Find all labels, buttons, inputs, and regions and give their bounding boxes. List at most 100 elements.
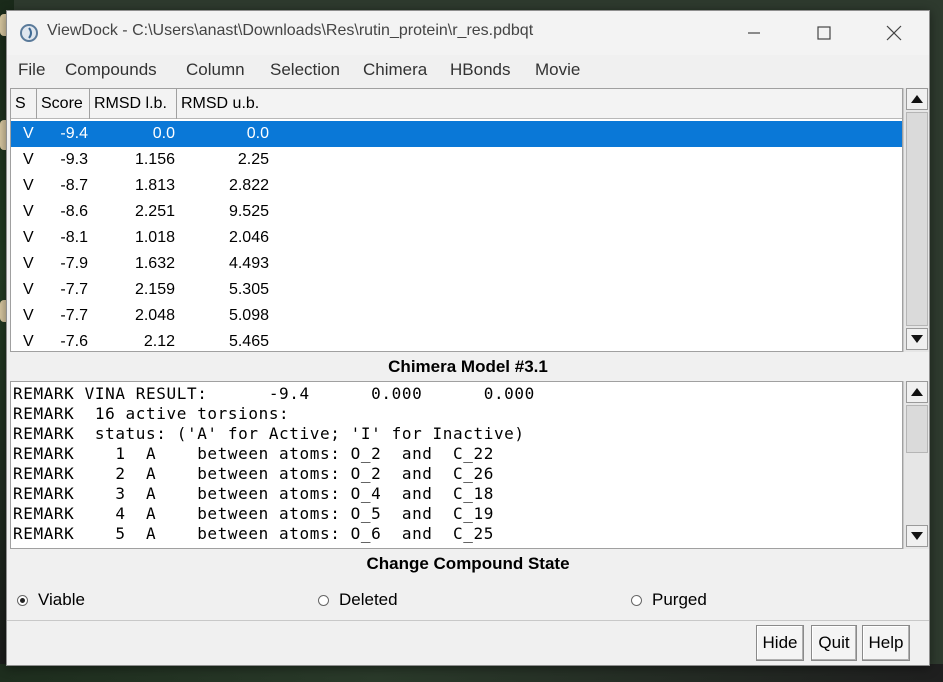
rmsd-ub-cell: 0.0 xyxy=(246,125,269,142)
minimize-button[interactable] xyxy=(719,11,789,55)
list-header: S Score RMSD l.b. RMSD u.b. xyxy=(11,89,902,119)
rmsd-lb-cell: 2.251 xyxy=(134,203,175,220)
scroll-up-button[interactable] xyxy=(906,381,928,403)
remark-line: REMARK 5 A between atoms: O_6 and C_25 xyxy=(13,524,494,543)
rmsd-ub-cell: 5.098 xyxy=(228,307,269,324)
viewdock-window: ViewDock - C:\Users\anast\Downloads\Res\… xyxy=(6,10,930,666)
scroll-thumb[interactable] xyxy=(906,405,928,453)
radio-label: Deleted xyxy=(339,590,398,609)
rmsd-ub-cell: 4.493 xyxy=(228,255,269,272)
rmsd-lb-cell: 1.632 xyxy=(134,255,175,272)
remark-line: REMARK 16 active torsions: xyxy=(13,404,290,423)
column-header-state[interactable]: S xyxy=(11,89,37,119)
menu-compounds[interactable]: Compounds xyxy=(65,60,157,80)
arrow-down-icon xyxy=(911,532,923,540)
rmsd-ub-cell: 2.25 xyxy=(237,151,269,168)
radio-purged[interactable]: Purged xyxy=(631,589,707,611)
model-label: Chimera Model #3.1 xyxy=(388,357,548,376)
list-scrollbar[interactable] xyxy=(903,88,929,352)
state-cell: V xyxy=(23,281,34,298)
text-scrollbar[interactable] xyxy=(903,381,929,549)
table-row[interactable]: V -9.3 1.156 2.25 xyxy=(11,147,902,173)
scroll-down-button[interactable] xyxy=(906,328,928,350)
table-row[interactable]: V -8.7 1.813 2.822 xyxy=(11,173,902,199)
background-strip xyxy=(0,664,943,682)
remark-line: REMARK 2 A between atoms: O_2 and C_26 xyxy=(13,464,494,483)
score-cell: -9.3 xyxy=(60,151,88,168)
table-row[interactable]: V -8.6 2.251 9.525 xyxy=(11,199,902,225)
state-cell: V xyxy=(23,151,34,168)
remark-line: REMARK 4 A between atoms: O_5 and C_19 xyxy=(13,504,494,523)
compound-list[interactable]: S Score RMSD l.b. RMSD u.b. V -9.4 0.0 0… xyxy=(10,88,903,352)
radio-label: Viable xyxy=(38,590,85,609)
rmsd-lb-cell: 1.156 xyxy=(134,151,175,168)
menu-bar: File Compounds Column Selection Chimera … xyxy=(7,55,929,85)
scroll-up-button[interactable] xyxy=(906,88,928,110)
state-cell: V xyxy=(23,177,34,194)
radio-deleted[interactable]: Deleted xyxy=(318,589,398,611)
quit-button[interactable]: Quit xyxy=(811,625,857,661)
radio-viable[interactable]: Viable xyxy=(17,589,85,611)
maximize-button[interactable] xyxy=(789,11,859,55)
rmsd-lb-cell: 2.12 xyxy=(143,333,175,350)
radio-indicator xyxy=(631,594,642,606)
scroll-thumb[interactable] xyxy=(906,112,928,326)
state-section-label: Change Compound State xyxy=(366,554,570,573)
rmsd-lb-cell: 2.159 xyxy=(134,281,175,298)
score-cell: -7.6 xyxy=(60,333,88,350)
rmsd-lb-cell: 1.018 xyxy=(134,229,175,246)
menu-selection[interactable]: Selection xyxy=(270,60,340,80)
column-header-rmsd-lb[interactable]: RMSD l.b. xyxy=(90,89,177,119)
score-cell: -7.9 xyxy=(60,255,88,272)
maximize-icon xyxy=(817,26,831,40)
remark-line: REMARK status: ('A' for Active; 'I' for … xyxy=(13,424,525,443)
score-cell: -8.1 xyxy=(60,229,88,246)
radio-indicator xyxy=(318,594,329,606)
score-cell: -8.7 xyxy=(60,177,88,194)
close-icon xyxy=(886,25,902,41)
rmsd-lb-cell: 1.813 xyxy=(134,177,175,194)
table-row[interactable]: V -7.9 1.632 4.493 xyxy=(11,251,902,277)
rmsd-ub-cell: 2.046 xyxy=(228,229,269,246)
radio-label: Purged xyxy=(652,590,707,609)
menu-hbonds[interactable]: HBonds xyxy=(450,60,510,80)
column-header-score[interactable]: Score xyxy=(37,89,90,119)
hide-button[interactable]: Hide xyxy=(756,625,804,661)
menu-chimera[interactable]: Chimera xyxy=(363,60,427,80)
score-cell: -7.7 xyxy=(60,307,88,324)
window-title: ViewDock - C:\Users\anast\Downloads\Res\… xyxy=(47,22,534,39)
state-cell: V xyxy=(23,203,34,220)
score-cell: -9.4 xyxy=(60,125,88,142)
scroll-down-button[interactable] xyxy=(906,525,928,547)
table-row[interactable]: V -9.4 0.0 0.0 xyxy=(11,121,902,147)
score-cell: -7.7 xyxy=(60,281,88,298)
rmsd-ub-cell: 2.822 xyxy=(228,177,269,194)
state-cell: V xyxy=(23,229,34,246)
table-row[interactable]: V -7.6 2.12 5.465 xyxy=(11,329,902,351)
radio-indicator xyxy=(17,594,28,606)
chimera-app-icon xyxy=(20,24,38,42)
arrow-down-icon xyxy=(911,335,923,343)
table-row[interactable]: V -8.1 1.018 2.046 xyxy=(11,225,902,251)
help-button[interactable]: Help xyxy=(862,625,910,661)
divider xyxy=(7,620,929,621)
arrow-up-icon xyxy=(911,388,923,396)
menu-movie[interactable]: Movie xyxy=(535,60,580,80)
rmsd-lb-cell: 2.048 xyxy=(134,307,175,324)
column-header-rmsd-ub[interactable]: RMSD u.b. xyxy=(177,89,273,119)
remark-line: REMARK 1 A between atoms: O_2 and C_22 xyxy=(13,444,494,463)
table-row[interactable]: V -7.7 2.159 5.305 xyxy=(11,277,902,303)
title-bar[interactable]: ViewDock - C:\Users\anast\Downloads\Res\… xyxy=(7,11,929,55)
rmsd-lb-cell: 0.0 xyxy=(152,125,175,142)
table-row[interactable]: V -7.7 2.048 5.098 xyxy=(11,303,902,329)
state-cell: V xyxy=(23,125,34,142)
menu-file[interactable]: File xyxy=(18,60,45,80)
remark-line: REMARK 3 A between atoms: O_4 and C_18 xyxy=(13,484,494,503)
close-button[interactable] xyxy=(859,11,929,55)
rmsd-ub-cell: 9.525 xyxy=(228,203,269,220)
minimize-icon xyxy=(748,32,760,34)
score-cell: -8.6 xyxy=(60,203,88,220)
state-cell: V xyxy=(23,255,34,272)
menu-column[interactable]: Column xyxy=(186,60,245,80)
remark-text-area[interactable]: REMARK VINA RESULT: -9.4 0.000 0.000 REM… xyxy=(10,381,903,549)
